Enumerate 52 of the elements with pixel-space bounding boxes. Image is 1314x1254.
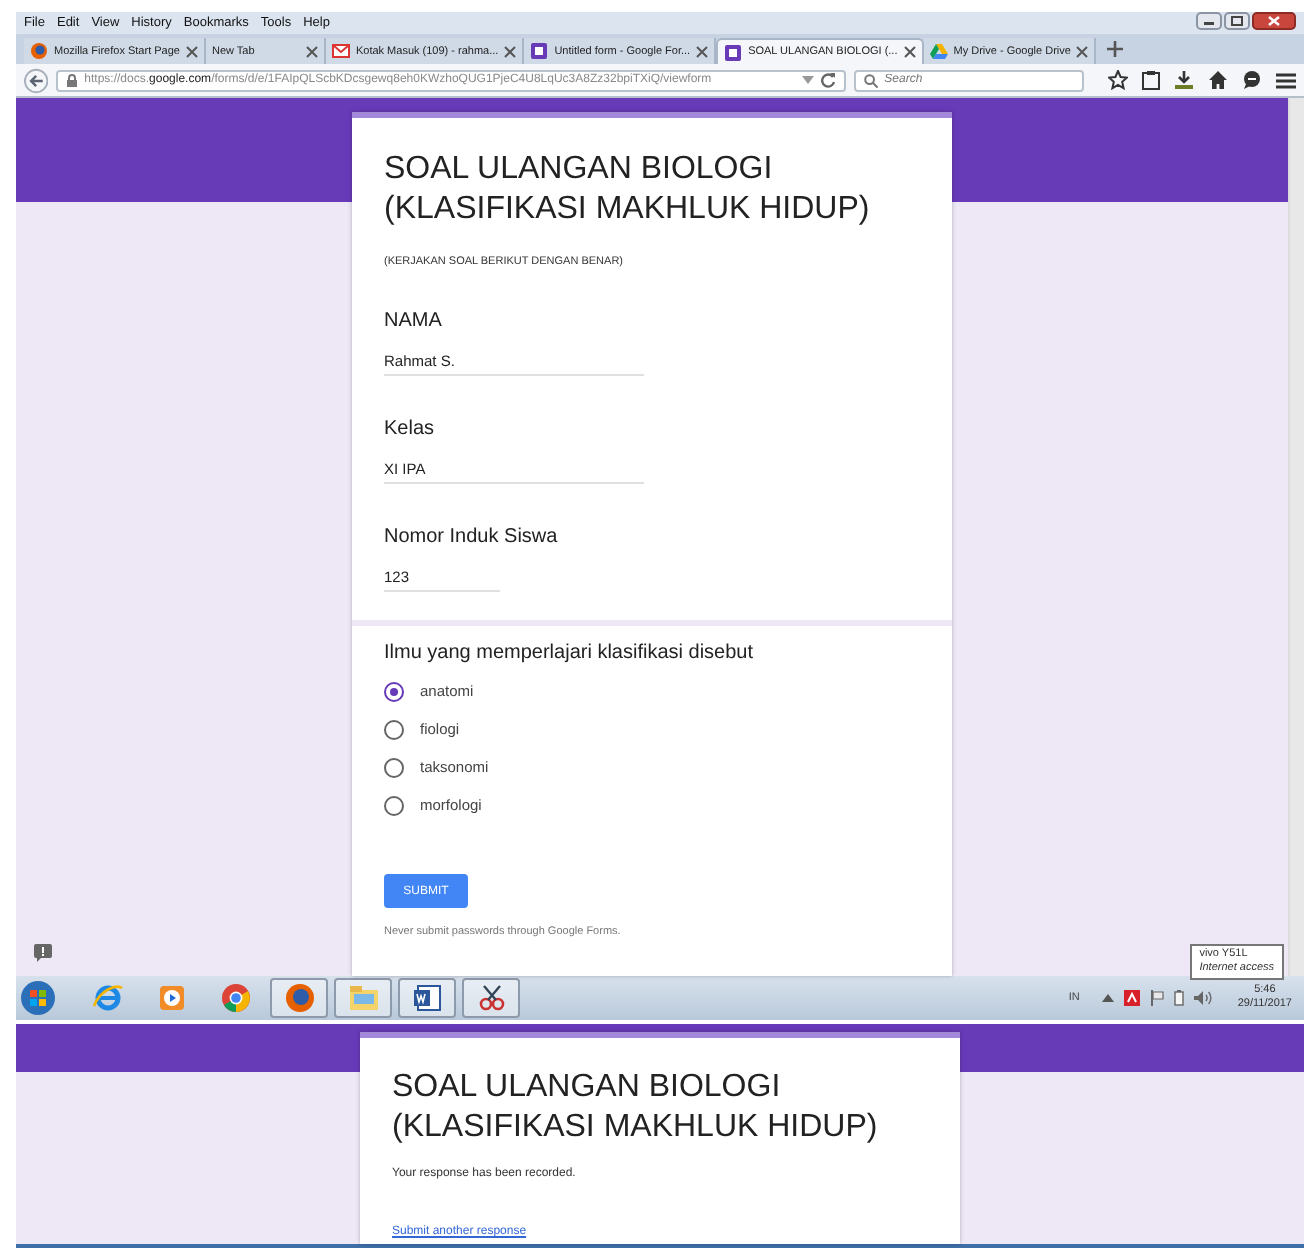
flag-icon[interactable] — [1149, 990, 1164, 1006]
taskbar-button[interactable] — [270, 978, 328, 1018]
feedback-icon[interactable] — [34, 944, 52, 962]
maximize-icon[interactable] — [1224, 12, 1250, 30]
close-icon[interactable] — [1076, 45, 1089, 57]
word-icon — [411, 982, 443, 1014]
form-title: SOAL ULANGAN BIOLOGI (KLASIFIKASI MAKHLUK HIDUP) — [392, 1068, 880, 1148]
question-label: Ilmu yang memperlajari klasifikasi disebut — [384, 642, 756, 664]
chrome-icon — [219, 982, 251, 1014]
radio-button[interactable] — [384, 719, 404, 739]
mail-icon — [331, 42, 350, 60]
back-icon[interactable] — [24, 67, 49, 93]
firefox-icon — [283, 982, 315, 1014]
reload-icon[interactable] — [820, 72, 837, 88]
form-icon — [530, 42, 549, 60]
search-icon — [864, 73, 879, 87]
menu-icon[interactable] — [1276, 71, 1296, 89]
battery-icon[interactable] — [1173, 990, 1184, 1006]
new-tab-icon[interactable] — [1106, 40, 1125, 58]
minimize-icon[interactable] — [1196, 12, 1222, 30]
folder-icon — [347, 982, 379, 1014]
download-icon[interactable] — [1174, 70, 1194, 90]
close-icon[interactable] — [504, 45, 517, 57]
media-player-icon — [155, 982, 187, 1014]
firefox-icon — [30, 42, 48, 60]
star-icon[interactable] — [1108, 70, 1128, 90]
radio-button[interactable] — [384, 795, 404, 815]
clipboard-icon[interactable] — [1142, 70, 1160, 90]
close-icon[interactable] — [903, 46, 916, 58]
speaker-icon[interactable] — [1193, 990, 1212, 1006]
chevron-up-icon[interactable] — [1101, 994, 1114, 1002]
home-icon[interactable] — [1208, 70, 1228, 90]
question-label: Kelas — [384, 418, 437, 440]
antivirus-icon[interactable] — [1123, 990, 1140, 1006]
chat-icon[interactable] — [1242, 70, 1262, 90]
close-icon[interactable] — [1252, 12, 1296, 30]
radio-button[interactable] — [384, 681, 404, 701]
dropdown-icon[interactable] — [802, 76, 815, 84]
ie-icon — [91, 982, 123, 1014]
form-title: SOAL ULANGAN BIOLOGI (KLASIFIKASI MAKHLUK HIDUP) — [384, 150, 872, 230]
question-label: Nomor Induk Siswa — [384, 526, 560, 548]
drive-icon — [929, 42, 948, 60]
question-label: NAMA — [384, 310, 444, 332]
scissors-icon — [475, 982, 507, 1014]
taskbar-button[interactable] — [462, 978, 520, 1018]
close-icon[interactable] — [696, 45, 709, 57]
radio-button[interactable] — [384, 757, 404, 777]
close-icon[interactable] — [305, 45, 318, 57]
lock-icon — [66, 73, 79, 87]
taskbar-button[interactable] — [398, 978, 456, 1018]
close-icon[interactable] — [185, 45, 198, 57]
start-orb-icon[interactable] — [20, 980, 56, 1016]
